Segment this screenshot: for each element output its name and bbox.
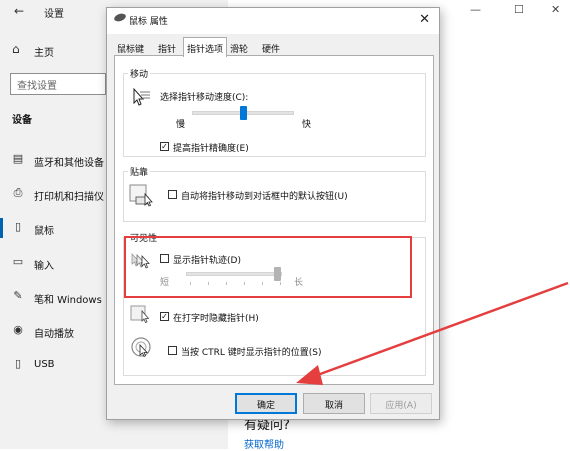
enhance-precision-label: 提高指针精确度(E) xyxy=(173,144,249,154)
pointer-trails-track[interactable] xyxy=(186,272,282,276)
motion-group-label: 移动 xyxy=(128,67,151,80)
nav-item-label: 鼠标 xyxy=(34,226,54,237)
mouse-icon: ▯ xyxy=(14,220,22,233)
home-icon[interactable]: ⌂ xyxy=(12,42,20,56)
settings-title: 设置 xyxy=(44,9,64,20)
dialog-titlebar: 鼠标 属性 ✕ xyxy=(107,8,439,34)
fast-label: 快 xyxy=(302,120,312,130)
pointer-trails-icon xyxy=(131,252,150,269)
visibility-group: 可见性 显示指针轨迹(D) 短 长 ✓ 在打字时隐藏指针(H) 当按 CTRL … xyxy=(123,231,426,376)
home-link[interactable]: 主页 xyxy=(34,44,54,59)
slider-tick xyxy=(208,282,209,285)
usb-icon: ▯ xyxy=(14,357,22,370)
mouse-properties-dialog: 鼠标 属性 ✕ 鼠标键 指针 指针选项 滑轮 硬件 移动 选择指针移动速度(C)… xyxy=(106,7,440,420)
bluetooth-devices-icon: ▤ xyxy=(12,152,24,165)
pointer-speed-slider[interactable] xyxy=(240,106,247,120)
pointer-trails-label: 显示指针轨迹(D) xyxy=(173,256,241,266)
nav-item-label: 输入 xyxy=(34,261,54,272)
snap-to-default-checkbox[interactable] xyxy=(168,190,177,199)
visibility-group-label: 可见性 xyxy=(128,231,160,244)
enhance-precision-checkbox[interactable]: ✓ xyxy=(160,142,169,151)
pointer-trails-checkbox[interactable] xyxy=(160,254,169,263)
slider-tick xyxy=(262,282,263,285)
pointer-trails-slider[interactable] xyxy=(274,267,282,281)
pointer-speed-label: 选择指针移动速度(C): xyxy=(160,93,249,103)
mouse-icon xyxy=(113,12,127,23)
nav-item-label: 蓝牙和其他设备 xyxy=(34,158,104,169)
tab-wheel[interactable]: 滑轮 xyxy=(227,40,251,56)
show-location-ctrl-checkbox[interactable] xyxy=(168,346,177,355)
long-label: 长 xyxy=(294,278,304,288)
short-label: 短 xyxy=(160,278,170,288)
back-arrow-icon[interactable]: ← xyxy=(14,4,24,18)
snap-to-group: 贴靠 自动将指针移动到对话框中的默认按钮(U) xyxy=(123,165,426,222)
slider-tick xyxy=(226,282,227,285)
ok-button[interactable]: 确定 xyxy=(235,393,297,414)
nav-item-label: 打印机和扫描仪 xyxy=(34,192,104,203)
active-indicator xyxy=(0,218,3,238)
nav-item-label: 自动播放 xyxy=(34,329,74,340)
hide-while-typing-icon xyxy=(130,305,150,323)
dialog-title: 鼠标 属性 xyxy=(129,17,168,27)
slow-label: 慢 xyxy=(176,120,186,130)
tab-buttons[interactable]: 鼠标键 xyxy=(114,40,147,56)
show-location-ctrl-label: 当按 CTRL 键时显示指针的位置(S) xyxy=(181,348,322,358)
hide-while-typing-checkbox[interactable]: ✓ xyxy=(160,312,169,321)
close-window-button[interactable]: ✕ xyxy=(551,3,560,16)
snap-group-label: 贴靠 xyxy=(128,165,151,178)
motion-group: 移动 选择指针移动速度(C): 慢 快 ✓ 提高指针精确度(E) xyxy=(123,67,426,157)
nav-item-label: USB xyxy=(34,359,55,370)
tab-pointers[interactable]: 指针 xyxy=(155,40,179,56)
cancel-button[interactable]: 取消 xyxy=(303,393,365,414)
slider-tick xyxy=(280,282,281,285)
show-location-icon xyxy=(131,337,151,358)
devices-section-title: 设备 xyxy=(12,115,32,126)
snap-to-default-label: 自动将指针移动到对话框中的默认按钮(U) xyxy=(181,192,348,202)
keyboard-icon: ▭ xyxy=(12,255,24,268)
snap-to-icon xyxy=(129,184,153,207)
printer-icon: ⎙ xyxy=(13,186,23,199)
maximize-button[interactable]: ☐ xyxy=(514,3,524,16)
minimize-button[interactable]: — xyxy=(470,3,481,16)
tab-pointer-options[interactable]: 指针选项 xyxy=(183,37,228,57)
slider-tick xyxy=(244,282,245,285)
autoplay-icon: ◉ xyxy=(13,323,23,336)
pen-icon: ✎ xyxy=(13,289,23,302)
search-settings-input[interactable]: 查找设置 xyxy=(10,73,106,95)
pointer-options-panel: 移动 选择指针移动速度(C): 慢 快 ✓ 提高指针精确度(E) 贴靠 自动将指… xyxy=(114,55,434,385)
tab-hardware[interactable]: 硬件 xyxy=(259,40,283,56)
slider-tick xyxy=(190,282,191,285)
pointer-speed-icon xyxy=(133,87,150,106)
apply-button[interactable]: 应用(A) xyxy=(370,393,432,414)
dialog-close-icon[interactable]: ✕ xyxy=(419,12,430,27)
hide-while-typing-label: 在打字时隐藏指针(H) xyxy=(173,314,259,324)
